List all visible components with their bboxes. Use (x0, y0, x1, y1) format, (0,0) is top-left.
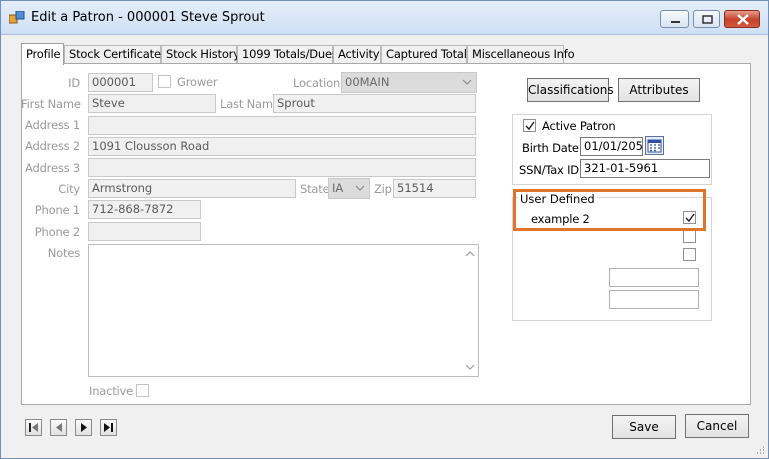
next-record-button[interactable] (75, 419, 92, 436)
user-defined-checkbox-3[interactable] (683, 248, 696, 261)
next-icon (81, 423, 87, 432)
location-select[interactable]: 00MAIN (341, 72, 477, 93)
address3-field[interactable] (88, 158, 476, 177)
first-name-field[interactable]: Steve (88, 94, 216, 113)
chevron-down-icon (355, 185, 365, 191)
location-value: 00MAIN (345, 75, 390, 89)
last-name-field[interactable]: Sprout (273, 94, 476, 113)
resize-grip-icon[interactable] (753, 444, 765, 456)
skip-first-icon (29, 423, 38, 432)
city-label: City (58, 182, 80, 196)
address1-label: Address 1 (25, 118, 80, 132)
tab-stock-certificates[interactable]: Stock Certificates (64, 45, 167, 64)
location-label: Location (293, 76, 341, 90)
zip-field[interactable]: 51514 (393, 179, 476, 198)
address2-label: Address 2 (25, 139, 80, 153)
attributes-button[interactable]: Attributes (618, 78, 700, 102)
save-button[interactable]: Save (612, 415, 676, 439)
calendar-icon (647, 139, 662, 153)
checkmark-icon (525, 121, 535, 131)
birth-date-field[interactable]: 01/01/2056 (580, 137, 643, 156)
edit-patron-window: Edit a Patron - 000001 Steve Sprout Prof… (0, 0, 769, 459)
active-patron-checkbox[interactable] (523, 119, 536, 132)
user-defined-field-1[interactable] (609, 268, 699, 287)
window-title: Edit a Patron - 000001 Steve Sprout (31, 10, 265, 25)
tab-activity[interactable]: Activity (333, 45, 381, 64)
highlight-box (513, 189, 706, 231)
previous-record-button[interactable] (50, 419, 67, 436)
city-field[interactable]: Armstrong (88, 179, 296, 198)
state-value: IA (332, 181, 344, 195)
first-name-label: First Name (21, 97, 81, 111)
address1-field[interactable] (88, 116, 476, 135)
last-name-label: Last Name (220, 97, 280, 111)
birth-date-label: Birth Date (522, 141, 579, 155)
close-button[interactable] (724, 10, 760, 28)
classifications-button[interactable]: Classifications (527, 78, 614, 102)
tab-profile[interactable]: Profile (21, 43, 64, 65)
ssn-label: SSN/Tax ID (519, 163, 579, 177)
notes-textarea[interactable] (88, 244, 479, 377)
phone2-field[interactable] (88, 222, 201, 241)
cancel-button[interactable]: Cancel (685, 414, 749, 438)
state-label: State (300, 182, 330, 196)
grower-label: Grower (177, 75, 218, 89)
notes-scrollbar[interactable] (462, 245, 478, 376)
user-defined-field-2[interactable] (609, 290, 699, 309)
id-field[interactable]: 000001 (88, 73, 153, 92)
inactive-checkbox[interactable] (136, 384, 149, 397)
minimize-button[interactable] (660, 10, 689, 28)
tab-captured-totals[interactable]: Captured Totals (381, 45, 473, 64)
tab-stock-history[interactable]: Stock History (161, 45, 240, 64)
tab-1099-totals-dues[interactable]: 1099 Totals/Dues (237, 45, 338, 64)
ssn-field[interactable]: 321-01-5961 (580, 159, 710, 178)
minimize-icon (671, 21, 680, 23)
chevron-down-icon (462, 79, 472, 85)
scroll-down-icon (465, 364, 475, 370)
maximize-button[interactable] (693, 10, 720, 28)
tab-miscellaneous-info[interactable]: Miscellaneous Info (467, 45, 575, 64)
address3-label: Address 3 (25, 161, 80, 175)
id-label: ID (68, 76, 80, 90)
grower-checkbox[interactable] (158, 75, 171, 88)
close-icon (737, 14, 749, 25)
user-defined-checkbox-2[interactable] (683, 230, 696, 243)
title-bar[interactable]: Edit a Patron - 000001 Steve Sprout (1, 1, 768, 35)
scroll-up-icon (465, 251, 475, 257)
phone2-label: Phone 2 (34, 225, 80, 239)
notes-label: Notes (47, 246, 80, 260)
zip-label: Zip (374, 182, 392, 196)
state-select[interactable]: IA (328, 178, 370, 199)
phone1-label: Phone 1 (34, 203, 80, 217)
active-patron-label: Active Patron (542, 119, 616, 133)
app-icon (9, 11, 25, 24)
restore-icon (702, 15, 713, 24)
date-picker-button[interactable] (645, 136, 664, 155)
first-record-button[interactable] (25, 419, 42, 436)
last-record-button[interactable] (100, 419, 117, 436)
phone1-field[interactable]: 712-868-7872 (88, 200, 201, 219)
previous-icon (56, 423, 62, 432)
skip-last-icon (104, 423, 113, 432)
address2-field[interactable]: 1091 Clousson Road (88, 137, 476, 156)
inactive-label: Inactive (89, 384, 134, 398)
